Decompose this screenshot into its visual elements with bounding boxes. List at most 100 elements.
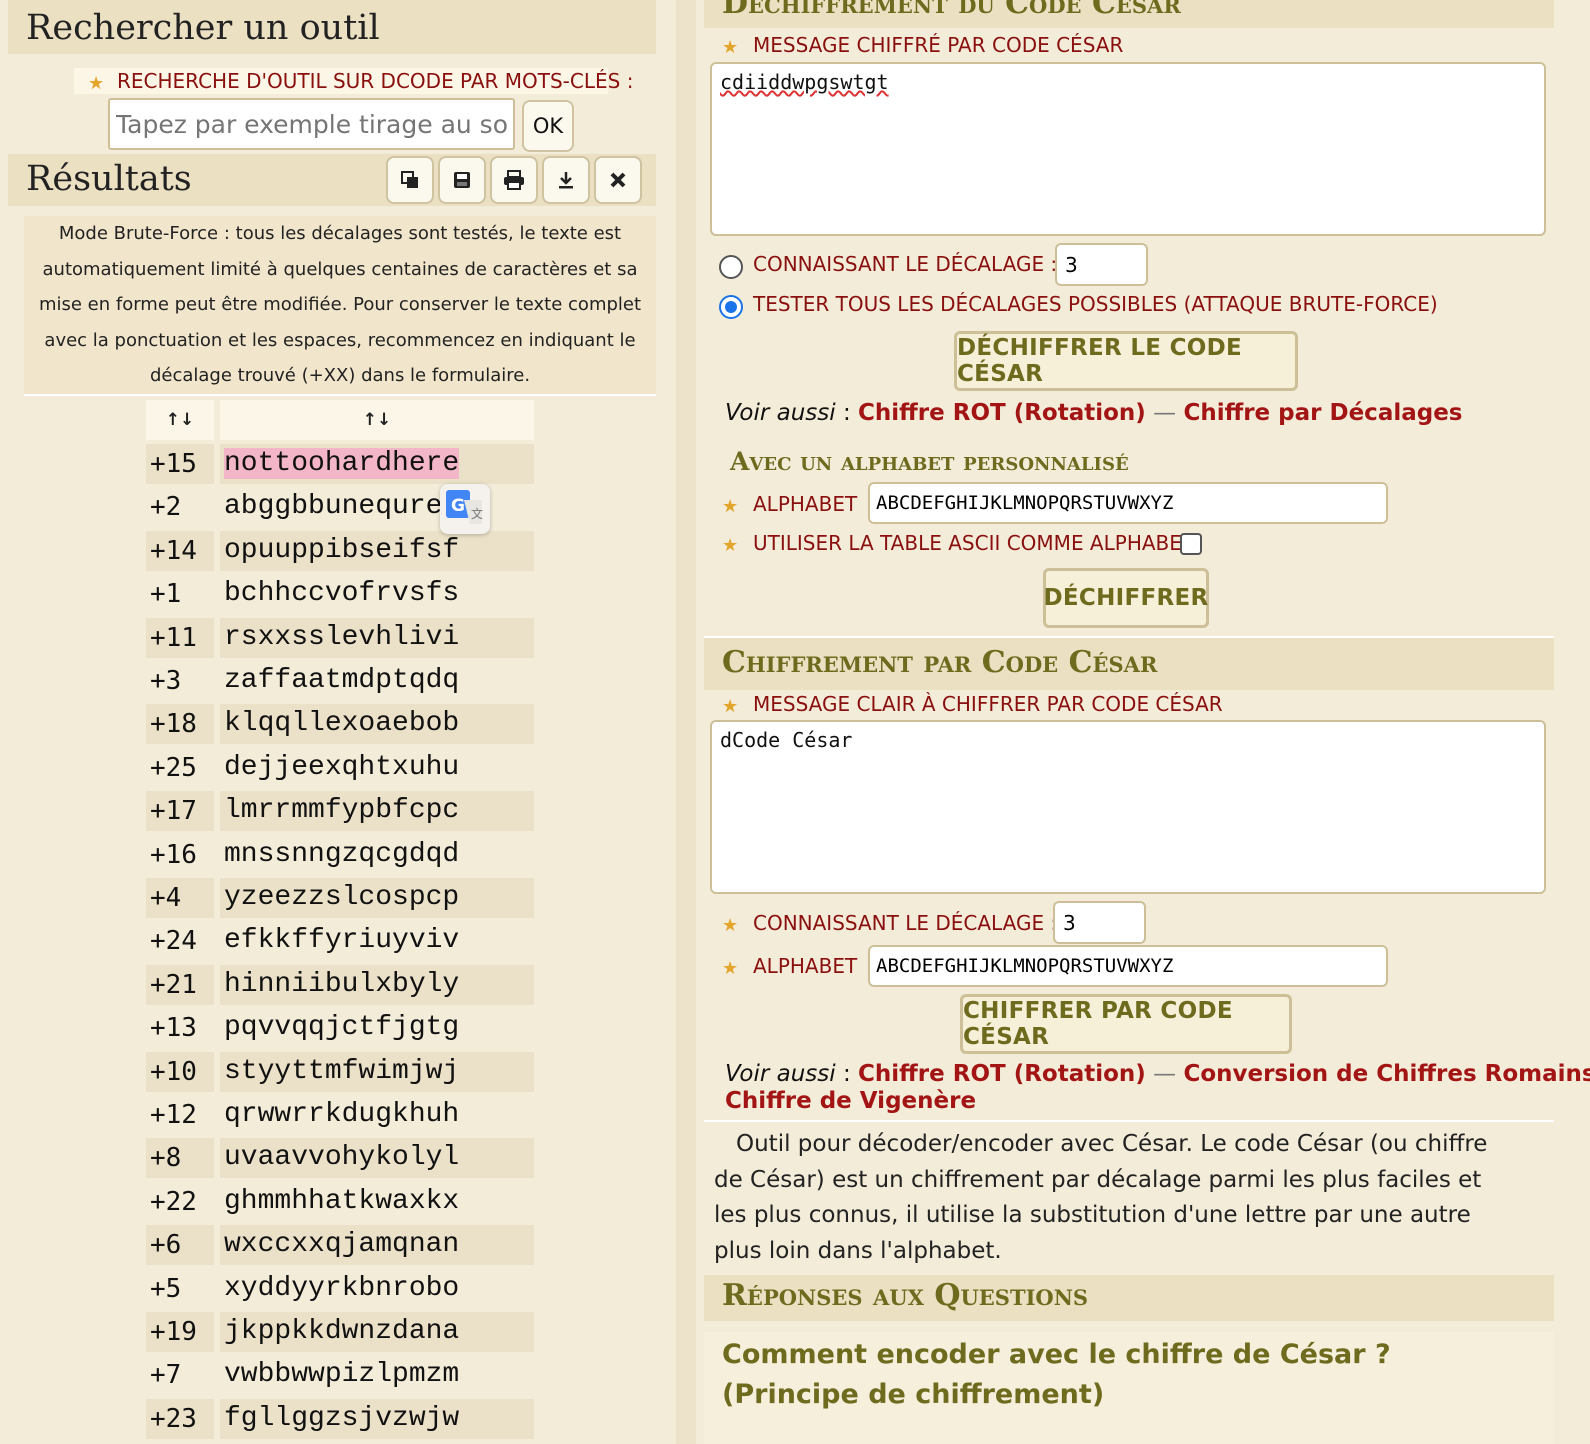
shift-value: +4 bbox=[146, 878, 214, 918]
table-row: +16 mnssnngzqcgdqd bbox=[146, 835, 534, 878]
ascii-checkbox[interactable] bbox=[1180, 533, 1202, 555]
decoded-text: opuuppibseifsf bbox=[220, 530, 534, 571]
search-input[interactable] bbox=[108, 98, 515, 150]
decrypt-see-also: Voir aussi : Chiffre ROT (Rotation) — Ch… bbox=[725, 400, 1463, 426]
encrypt-message-label: MESSAGE CLAIR À CHIFFRER PAR CODE CÉSAR bbox=[753, 692, 1223, 716]
alphabet-label: ALPHABET bbox=[753, 492, 858, 516]
decoded-text: vwbbwwpizlpmzm bbox=[224, 1359, 460, 1391]
decoded-text: pqvvqqjctfjgtg bbox=[224, 1012, 460, 1044]
decoded-text: rsxxsslevhlivi bbox=[220, 617, 534, 658]
shift-value: +18 bbox=[146, 704, 214, 745]
star-icon: ★ bbox=[722, 496, 739, 517]
decipher-button[interactable]: DÉCHIFFRER bbox=[1043, 568, 1209, 628]
close-button[interactable] bbox=[594, 156, 642, 204]
alphabet-section-title: Avec un alphabet personnalisé bbox=[730, 447, 1129, 476]
decoded-text: jkppkkdwnzdana bbox=[220, 1312, 534, 1352]
star-icon: ★ bbox=[722, 37, 739, 58]
brute-force-radio[interactable] bbox=[719, 295, 743, 319]
shift-value: +3 bbox=[150, 666, 182, 696]
ciphertext-textarea[interactable]: cdiiddwpgswtgt bbox=[710, 62, 1546, 236]
table-row: +7 vwbbwwpizlpmzm bbox=[146, 1355, 534, 1398]
star-icon: ★ bbox=[722, 535, 739, 556]
link-rot-cipher[interactable]: Chiffre ROT (Rotation) bbox=[858, 1061, 1146, 1087]
shift-value: +1 bbox=[150, 579, 182, 610]
shift-value: +2 bbox=[150, 492, 182, 523]
encrypt-see-also: Voir aussi : Chiffre ROT (Rotation) — Co… bbox=[725, 1061, 1590, 1087]
shift-value: +7 bbox=[150, 1360, 182, 1391]
table-row: +25 dejjeexqhtxuhu bbox=[146, 748, 534, 791]
search-title: Rechercher un outil bbox=[26, 8, 380, 48]
link-vigenere-cipher[interactable]: Chiffre de Vigenère bbox=[725, 1088, 976, 1114]
table-row: +14 opuuppibseifsf bbox=[146, 530, 534, 574]
google-translate-icon[interactable]: G 文 bbox=[440, 484, 490, 534]
shift-value: +16 bbox=[150, 839, 197, 870]
decoded-text: nottoohardhere bbox=[220, 444, 534, 484]
download-button[interactable] bbox=[542, 156, 590, 204]
faq-question[interactable]: Comment encoder avec le chiffre de César… bbox=[722, 1335, 1502, 1415]
print-icon bbox=[504, 170, 524, 190]
decoded-text: efkkffyriuyviv bbox=[224, 925, 460, 957]
sort-shift-header[interactable]: ↑↓ bbox=[146, 400, 214, 440]
decoded-text: qrwwrrkdugkhuh bbox=[224, 1099, 460, 1130]
save-button[interactable] bbox=[438, 156, 486, 204]
sort-text-header[interactable]: ↑↓ bbox=[220, 400, 534, 440]
table-row: +1 bchhccvofrvsfs bbox=[146, 574, 534, 617]
decoded-text: dejjeexqhtxuhu bbox=[224, 751, 460, 783]
download-icon bbox=[559, 172, 573, 189]
shift-value: +13 bbox=[150, 1013, 197, 1044]
copy-button[interactable] bbox=[386, 156, 434, 204]
shift-value: +5 bbox=[150, 1273, 182, 1304]
link-roman-numerals[interactable]: Conversion de Chiffres Romains bbox=[1183, 1061, 1590, 1087]
decoded-text: styyttmfwimjwj bbox=[220, 1051, 534, 1092]
decoded-text: zaffaatmdptqdq bbox=[224, 665, 460, 696]
table-row: +13 pqvvqqjctfjgtg bbox=[146, 1008, 534, 1051]
shift-value: +22 bbox=[150, 1186, 197, 1217]
decrypt-caesar-button[interactable]: DÉCHIFFRER LE CODE CÉSAR bbox=[954, 331, 1298, 391]
table-row: +8 uvaavvohykolyl bbox=[146, 1138, 534, 1181]
alphabet-input[interactable] bbox=[868, 482, 1388, 524]
decoded-text: hinniibulxbyly bbox=[220, 964, 534, 1005]
shift-value: +15 bbox=[146, 444, 214, 484]
plaintext-value: dCode César bbox=[720, 728, 853, 752]
close-icon bbox=[610, 172, 626, 188]
section-divider bbox=[704, 1120, 1554, 1122]
shift-value: +25 bbox=[150, 752, 197, 783]
decoded-text: bchhccvofrvsfs bbox=[224, 578, 460, 610]
plaintext-textarea[interactable]: dCode César bbox=[710, 720, 1546, 894]
decoded-text: lmrrmmfypbfcpc bbox=[220, 791, 534, 832]
ascii-label: UTILISER LA TABLE ASCII COMME ALPHABET bbox=[753, 531, 1195, 555]
encrypt-alphabet-input[interactable] bbox=[868, 945, 1388, 987]
shift-value: +14 bbox=[146, 530, 214, 571]
see-also-prefix: Voir aussi bbox=[725, 1061, 836, 1087]
shift-value: +21 bbox=[146, 964, 214, 1005]
svg-text:G: G bbox=[451, 496, 465, 516]
save-icon bbox=[454, 172, 470, 188]
encrypt-title: Chiffrement par Code César bbox=[722, 645, 1158, 680]
shift-value: +11 bbox=[146, 617, 214, 658]
tool-description: Outil pour décoder/encoder avec César. L… bbox=[714, 1131, 1488, 1264]
encrypt-caesar-button[interactable]: CHIFFRER PAR CODE CÉSAR bbox=[960, 994, 1292, 1054]
table-row: +15 nottoohardhere bbox=[146, 444, 534, 487]
known-shift-radio[interactable] bbox=[719, 255, 743, 279]
encrypt-shift-input[interactable] bbox=[1053, 901, 1146, 944]
table-row: +10 styyttmfwimjwj bbox=[146, 1051, 534, 1095]
search-ok-button[interactable]: OK bbox=[522, 100, 574, 152]
decoded-text: xyddyyrkbnrobo bbox=[224, 1272, 460, 1304]
brute-force-note: Mode Brute-Force : tous les décalages so… bbox=[24, 216, 656, 396]
table-row: +18 klqqllexoaebob bbox=[146, 704, 534, 747]
link-shift-cipher[interactable]: Chiffre par Décalages bbox=[1183, 400, 1462, 426]
shift-value: +24 bbox=[150, 926, 197, 957]
svg-text:文: 文 bbox=[471, 506, 483, 521]
known-shift-input[interactable] bbox=[1055, 243, 1148, 286]
print-button[interactable] bbox=[490, 156, 538, 204]
right-panel: Déchiffrement du Code César ★ MESSAGE CH… bbox=[696, 0, 1590, 1444]
search-label: RECHERCHE D'OUTIL SUR DCODE PAR MOTS-CLÉ… bbox=[117, 69, 634, 93]
see-also-prefix: Voir aussi bbox=[725, 400, 836, 426]
link-rot-cipher[interactable]: Chiffre ROT (Rotation) bbox=[858, 400, 1146, 426]
decoded-text: uvaavvohykolyl bbox=[220, 1138, 534, 1179]
decoded-text: wxccxxqjamqnan bbox=[220, 1225, 534, 1266]
shift-value: +10 bbox=[146, 1051, 214, 1092]
encrypt-see-also-line2: Chiffre de Vigenère bbox=[725, 1088, 976, 1114]
copy-icon bbox=[401, 171, 418, 188]
shift-value: +19 bbox=[146, 1312, 214, 1352]
